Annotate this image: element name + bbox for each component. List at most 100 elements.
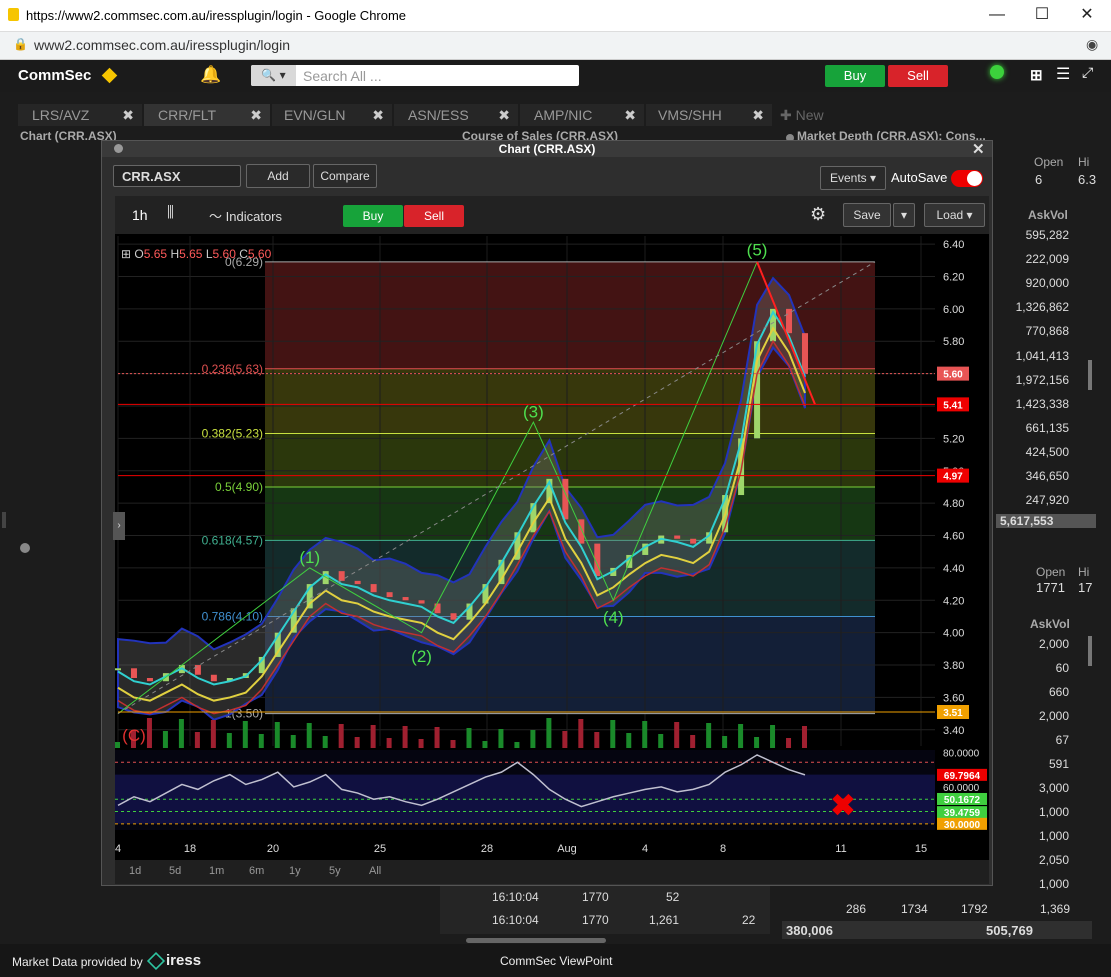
cos-price: 1770 — [582, 913, 609, 927]
hi-value: 6.3 — [1078, 172, 1097, 187]
askvol-cell: 1,423,338 — [1015, 396, 1069, 411]
volume-bar — [578, 719, 584, 748]
search-box[interactable]: 🔍 ▾ Search All ... — [251, 65, 579, 86]
chart-window: Chart (CRR.ASX) ✕ CRR.ASX Add Compare Ev… — [101, 140, 993, 886]
tab-label: CRR/FLT — [158, 107, 217, 123]
range-button-6m[interactable]: 6m — [249, 865, 264, 877]
volume-bar — [338, 724, 344, 748]
fib-label: 0.618(4.57) — [202, 533, 263, 547]
scrollbar-thumb[interactable] — [1088, 636, 1092, 666]
horizontal-scrollbar[interactable] — [466, 938, 606, 943]
fib-label: 0.786(4.10) — [202, 609, 263, 623]
close-tab-icon[interactable]: ✖ — [752, 104, 764, 126]
tab-label: LRS/AVZ — [32, 107, 90, 123]
x-tick-label: 4 — [642, 843, 648, 855]
tab-asn-ess[interactable]: ASN/ESS ✖ — [394, 104, 518, 126]
range-button-1d[interactable]: 1d — [129, 865, 141, 877]
new-tab-label: New — [795, 107, 824, 123]
save-button[interactable]: Save — [843, 203, 891, 227]
ohlc-readout: ⊞ O5.65 H5.65 L5.60 C5.60 — [121, 247, 271, 261]
close-tab-icon[interactable]: ✖ — [624, 104, 636, 126]
settings-gear-icon[interactable]: ⚙ — [810, 204, 826, 225]
search-input[interactable]: Search All ... — [303, 68, 382, 84]
tab-lrs-avz[interactable]: LRS/AVZ ✖ — [18, 104, 142, 126]
candle — [578, 519, 585, 544]
candle — [338, 571, 345, 581]
range-button-5y[interactable]: 5y — [329, 865, 341, 877]
maximize-button[interactable]: ☐ — [1022, 4, 1062, 26]
tab-crr-flt[interactable]: CRR/FLT ✖ — [144, 104, 270, 126]
header-buy-button[interactable]: Buy — [825, 65, 885, 87]
tab-label: VMS/SHH — [658, 107, 722, 123]
o-label: O — [134, 247, 144, 261]
tab-amp-nic[interactable]: AMP/NIC ✖ — [520, 104, 644, 126]
askvol-cell: 2,000 — [1038, 709, 1069, 723]
app-name: CommSec ViewPoint — [500, 954, 613, 968]
close-window-button[interactable]: ✕ — [1067, 4, 1107, 26]
scrollbar-thumb[interactable] — [1088, 360, 1092, 390]
save-options-dropdown[interactable]: ▾ — [893, 203, 915, 227]
indicators-button[interactable]: 〜 Indicators — [209, 206, 282, 225]
askvol-cell: 591 — [1048, 757, 1069, 771]
address-bar[interactable]: 🔒 www2.commsec.com.au/iressplugin/login … — [0, 32, 1111, 60]
add-panel-icon[interactable]: ⊞ — [1030, 66, 1043, 84]
search-icon: 🔍 — [261, 68, 277, 82]
close-tab-icon[interactable]: ✖ — [498, 104, 510, 126]
events-dropdown[interactable]: Events ▾ — [820, 166, 886, 190]
range-button-all[interactable]: All — [369, 865, 381, 877]
footer: Market Data provided by iress CommSec Vi… — [0, 944, 1111, 977]
menu-icon[interactable]: ☰ — [1056, 64, 1070, 84]
askvol-cell: 346,650 — [1025, 469, 1069, 483]
range-button-1m[interactable]: 1m — [209, 865, 224, 877]
bell-icon[interactable]: 🔔 — [200, 65, 221, 85]
symbol-input[interactable]: CRR.ASX — [113, 165, 241, 187]
close-tab-icon[interactable]: ✖ — [122, 104, 134, 126]
minimize-button[interactable]: — — [977, 4, 1017, 26]
depth-bottom-3: 1792 — [961, 902, 988, 916]
volume-bar — [434, 727, 440, 748]
volume-bar — [594, 732, 600, 748]
askvol-cell: 661,135 — [1025, 420, 1069, 435]
askvol-cell: 1,326,862 — [1015, 300, 1069, 315]
add-button[interactable]: Add — [246, 164, 310, 188]
load-dropdown[interactable]: Load ▾ — [924, 203, 985, 227]
new-tab-button[interactable]: ✚ New — [776, 104, 846, 126]
close-chart-window-icon[interactable]: ✕ — [972, 140, 985, 158]
search-scope-dropdown[interactable]: 🔍 ▾ — [251, 65, 296, 86]
autosave-toggle[interactable] — [951, 170, 983, 187]
interval-selector[interactable]: 1h — [132, 207, 148, 223]
chart-sell-button[interactable]: Sell — [404, 205, 464, 227]
compare-button[interactable]: Compare — [313, 164, 377, 188]
collapse-handle[interactable]: › — [113, 512, 125, 540]
iress-logo-icon — [146, 951, 166, 971]
fib-zone — [265, 433, 875, 487]
candle — [802, 333, 808, 374]
open-value: 6 — [1035, 172, 1043, 187]
askvol2-header: AskVol — [1030, 617, 1070, 631]
volume-bar — [115, 742, 120, 748]
range-button-5d[interactable]: 5d — [169, 865, 181, 877]
tab-evn-gln[interactable]: EVN/GLN ✖ — [272, 104, 392, 126]
volume-bar — [690, 735, 696, 748]
crosshair-toggle-icon[interactable]: ⊞ — [121, 247, 131, 261]
x-tick-label: 4 — [115, 843, 121, 855]
lightbulb-icon[interactable] — [990, 65, 1004, 79]
browser-titlebar: https://www2.commsec.com.au/iressplugin/… — [0, 0, 1111, 32]
range-button-1y[interactable]: 1y — [289, 865, 301, 877]
market-data-label: Market Data provided by — [12, 955, 143, 969]
candle-type-icon[interactable]: ⫼ — [167, 204, 174, 221]
splitter-handle[interactable] — [2, 512, 6, 528]
y-tick-label: 4.60 — [943, 531, 964, 543]
tab-vms-shh[interactable]: VMS/SHH ✖ — [646, 104, 772, 126]
header-sell-button[interactable]: Sell — [888, 65, 948, 87]
askvol-cell: 1,000 — [1038, 829, 1069, 843]
close-tab-icon[interactable]: ✖ — [372, 104, 384, 126]
expand-icon[interactable]: ⤢ — [1082, 64, 1093, 81]
eye-icon[interactable]: ◉ — [1086, 36, 1098, 53]
close-tab-icon[interactable]: ✖ — [250, 104, 262, 126]
depth-bottom-4: 1,369 — [1040, 902, 1071, 916]
hi-label: Hi — [1078, 155, 1090, 169]
chart-buy-button[interactable]: Buy — [343, 205, 403, 227]
x-tick-label: 28 — [481, 843, 493, 855]
price-chart[interactable]: 6.406.206.005.805.605.405.205.004.804.60… — [115, 234, 989, 884]
